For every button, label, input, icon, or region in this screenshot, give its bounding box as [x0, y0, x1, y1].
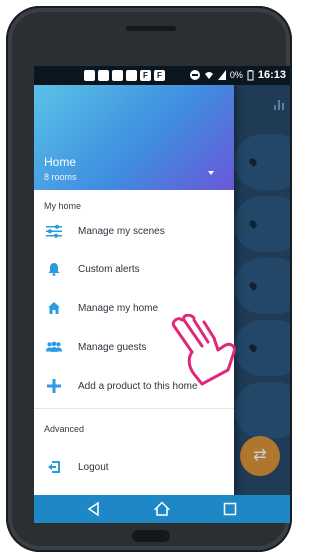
notification-icons: F F	[84, 69, 165, 82]
section-my-home: My home	[44, 201, 82, 211]
chevron-down-icon[interactable]	[208, 171, 214, 175]
signal-icon	[217, 70, 226, 80]
menu-item-label: Manage guests	[78, 341, 147, 353]
menu-item-label: Manage my home	[78, 302, 159, 314]
home-icon[interactable]	[154, 501, 170, 517]
home-room-count: 8 rooms	[44, 172, 77, 182]
stats-icon	[274, 100, 284, 110]
message-icon	[84, 70, 95, 81]
news-icon: F	[140, 70, 151, 81]
back-icon[interactable]	[86, 501, 102, 517]
house-icon	[46, 300, 62, 316]
plus-icon	[46, 378, 62, 394]
logout-icon	[46, 459, 62, 475]
battery-icon	[247, 69, 254, 80]
menu-item-manage-scenes[interactable]: Manage my scenes	[34, 216, 234, 246]
news-icon-2: F	[154, 70, 165, 81]
sim-icon	[112, 70, 123, 81]
screen: F F 0% 16:13 ⇄ Home 8 rooms My home Mana…	[34, 66, 290, 523]
background-room-tile	[234, 134, 290, 190]
section-advanced: Advanced	[44, 424, 85, 434]
earpiece-speaker	[126, 26, 176, 31]
do-not-disturb-icon	[189, 70, 200, 80]
chat-icon	[126, 70, 137, 81]
pointing-hand-icon	[171, 314, 236, 386]
phone-bottom-button	[132, 530, 170, 542]
clock: 16:13	[257, 69, 286, 81]
phone-frame: F F 0% 16:13 ⇄ Home 8 rooms My home Mana…	[6, 6, 292, 552]
background-room-tile	[234, 258, 290, 314]
bell-icon	[46, 261, 62, 277]
background-fab-button: ⇄	[240, 436, 280, 476]
divider	[34, 408, 234, 409]
battery-percent: 0%	[229, 70, 243, 80]
drawer-header[interactable]: Home 8 rooms	[34, 85, 234, 190]
status-right: 0% 16:13	[189, 69, 286, 81]
people-icon	[46, 339, 62, 355]
menu-item-logout[interactable]: Logout	[34, 452, 234, 482]
menu-item-label: Logout	[78, 461, 109, 473]
app-icon	[98, 70, 109, 81]
menu-item-label: Manage my scenes	[78, 225, 165, 237]
navigation-drawer: Home 8 rooms My home Manage my scenes Cu…	[34, 85, 234, 495]
status-bar: F F 0% 16:13	[34, 66, 290, 85]
sliders-icon	[46, 223, 62, 239]
wifi-icon	[204, 72, 213, 79]
background-room-tile	[234, 196, 290, 252]
home-title: Home	[44, 155, 77, 169]
android-navigation-bar	[34, 495, 290, 523]
recents-icon[interactable]	[222, 501, 238, 517]
menu-item-custom-alerts[interactable]: Custom alerts	[34, 254, 234, 284]
menu-item-label: Custom alerts	[78, 263, 140, 275]
